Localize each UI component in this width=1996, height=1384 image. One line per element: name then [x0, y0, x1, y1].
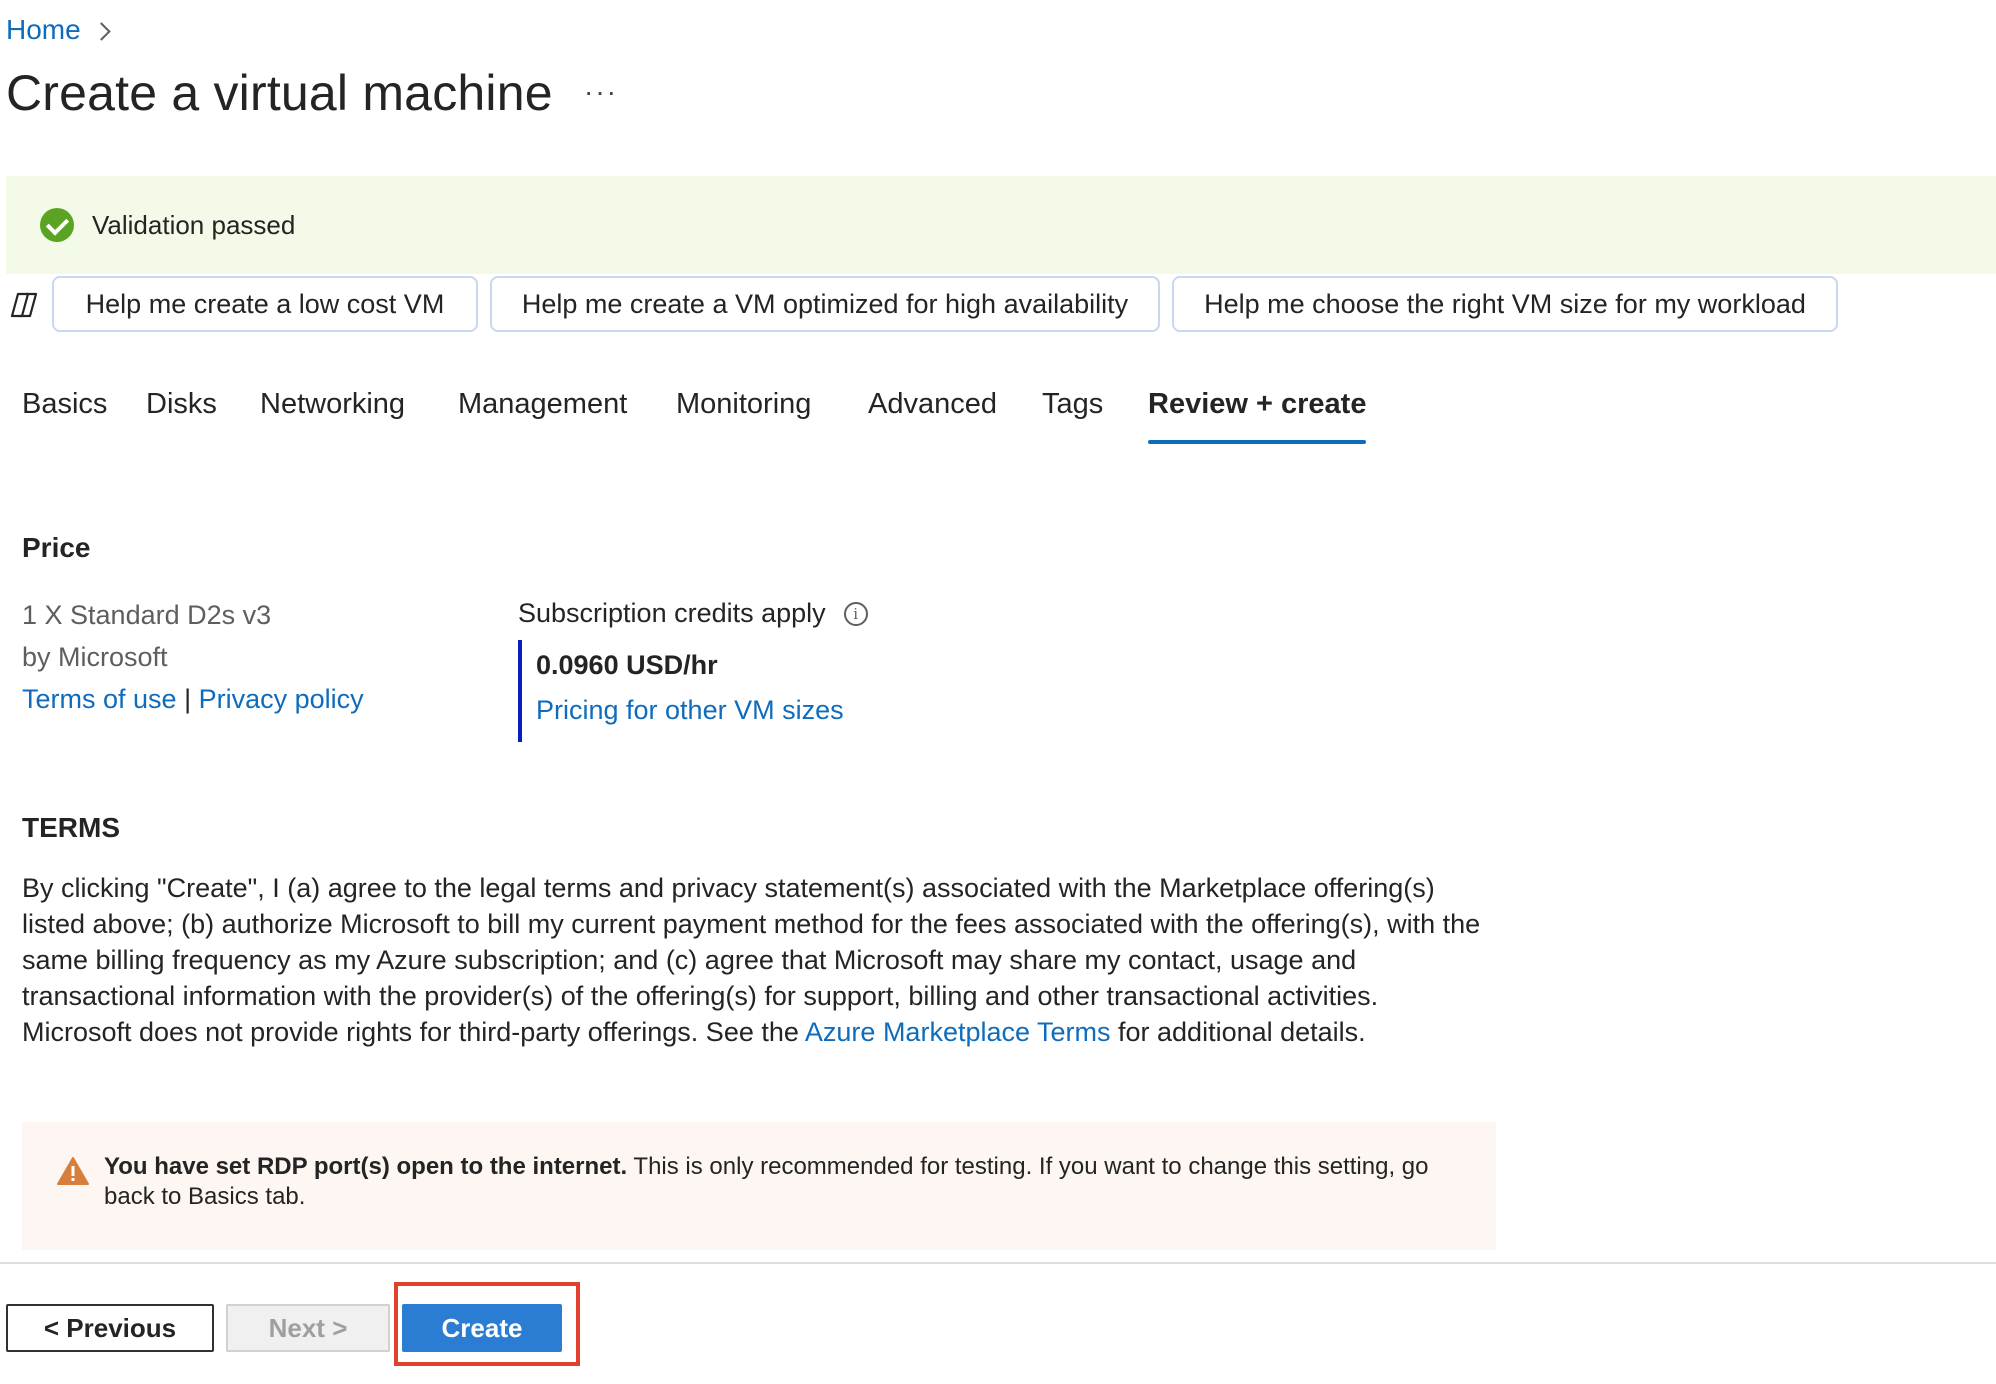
next-button[interactable]: Next >: [226, 1304, 390, 1352]
price-box: 0.0960 USD/hr Pricing for other VM sizes: [518, 640, 844, 742]
price-amount: 0.0960 USD/hr: [536, 650, 718, 680]
breadcrumb: Home: [6, 10, 111, 50]
info-icon[interactable]: i: [843, 601, 868, 626]
price-offer: 1 X Standard D2s v3 by Microsoft Terms o…: [22, 594, 364, 720]
price-heading: Price: [22, 532, 91, 563]
success-check-icon: [40, 208, 74, 242]
subscription-credits: Subscription credits apply i: [518, 598, 868, 629]
terms-heading: TERMS: [22, 812, 120, 843]
vm-sku: 1 X Standard D2s v3: [22, 600, 272, 630]
terms-of-use-link[interactable]: Terms of use: [22, 684, 177, 714]
validation-banner: Validation passed: [6, 176, 1996, 274]
tab-monitoring[interactable]: Monitoring: [676, 388, 811, 421]
vm-vendor: by Microsoft: [22, 642, 168, 672]
tab-basics[interactable]: Basics: [22, 388, 107, 421]
validation-text: Validation passed: [92, 209, 296, 240]
chevron-right-icon: [92, 21, 111, 41]
create-highlight-box: [394, 1282, 580, 1366]
tab-networking[interactable]: Networking: [260, 388, 405, 421]
chip-right-vm-size[interactable]: Help me choose the right VM size for my …: [1172, 276, 1838, 332]
link-separator: |: [184, 684, 192, 714]
pricing-other-sizes-link[interactable]: Pricing for other VM sizes: [536, 695, 844, 726]
price-links: Terms of use | Privacy policy: [22, 678, 364, 720]
tab-advanced[interactable]: Advanced: [868, 388, 997, 421]
breadcrumb-home-link[interactable]: Home: [6, 14, 81, 46]
chip-high-availability-vm[interactable]: Help me create a VM optimized for high a…: [490, 276, 1160, 332]
warning-title: You have set RDP port(s) open to the int…: [104, 1153, 628, 1180]
azure-marketplace-terms-link[interactable]: Azure Marketplace Terms: [805, 1017, 1111, 1047]
copilot-icon: [10, 292, 38, 318]
tab-review-create[interactable]: Review + create: [1148, 388, 1367, 444]
more-options-icon[interactable]: ···: [584, 76, 618, 108]
tab-disks[interactable]: Disks: [146, 388, 217, 421]
previous-button[interactable]: < Previous: [6, 1304, 214, 1352]
credits-label: Subscription credits apply: [518, 598, 826, 628]
warning-icon: [57, 1157, 89, 1185]
privacy-policy-link[interactable]: Privacy policy: [199, 684, 364, 714]
terms-text: By clicking "Create", I (a) agree to the…: [22, 870, 1482, 1050]
chip-low-cost-vm[interactable]: Help me create a low cost VM: [52, 276, 478, 332]
tab-management[interactable]: Management: [458, 388, 627, 421]
page-title: Create a virtual machine: [6, 65, 553, 121]
tab-tags[interactable]: Tags: [1042, 388, 1103, 421]
terms-body-end: for additional details.: [1110, 1017, 1366, 1047]
rdp-warning: You have set RDP port(s) open to the int…: [22, 1122, 1496, 1250]
footer-divider: [0, 1262, 1996, 1264]
